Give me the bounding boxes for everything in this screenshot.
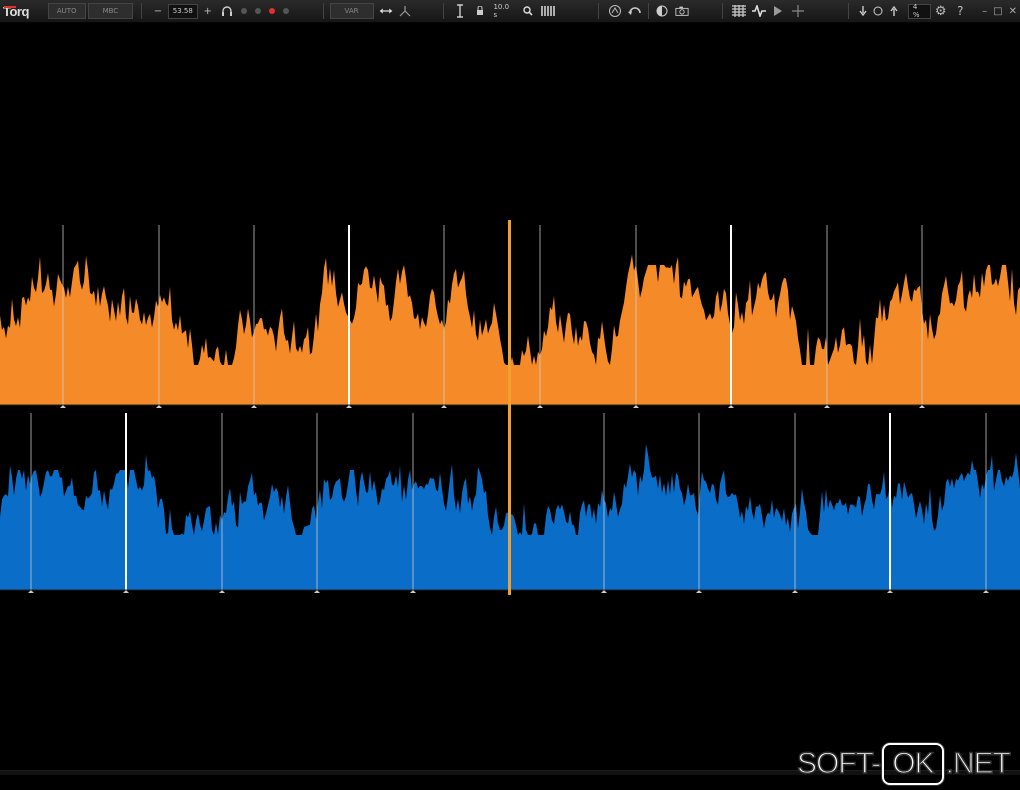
mbc-button[interactable]: MBC: [87, 3, 134, 19]
sync-dot[interactable]: [282, 8, 289, 14]
auto-button[interactable]: AUTO: [47, 3, 86, 19]
undo-icon[interactable]: [628, 4, 642, 18]
minimize-button[interactable]: –: [982, 6, 987, 17]
grid-view-icon[interactable]: [731, 4, 746, 18]
download-arrow-icon[interactable]: [856, 4, 870, 18]
watermark-left: SOFT-: [796, 746, 882, 781]
pitch-bend-icon[interactable]: [399, 4, 413, 18]
camera-icon[interactable]: [675, 4, 689, 18]
record-dot[interactable]: [268, 8, 275, 14]
beatgrid-icon[interactable]: [541, 4, 555, 18]
toolbar: Torq AUTO MBC − 53.58 + VAR 10.0 s 4 % ⚙…: [0, 0, 1020, 23]
tempo-display[interactable]: 53.58: [167, 3, 198, 19]
var-button[interactable]: VAR: [329, 3, 374, 19]
cue-dot[interactable]: [241, 8, 247, 14]
toolbar-separator: [141, 3, 143, 19]
toolbar-separator: [847, 3, 849, 19]
toolbar-separator: [443, 3, 445, 19]
watermark: SOFT- OK .NET: [796, 743, 1012, 785]
toolbar-separator: [322, 3, 324, 19]
close-button[interactable]: ✕: [1009, 6, 1017, 17]
loop-dot[interactable]: [255, 8, 261, 14]
help-icon[interactable]: ?: [954, 4, 968, 18]
playhead-marker[interactable]: [508, 220, 511, 595]
settings-gear-icon[interactable]: ⚙: [934, 4, 948, 19]
watermark-box: OK: [882, 743, 944, 785]
zoom-level-display[interactable]: 10.0 s: [489, 3, 518, 19]
toolbar-separator: [648, 3, 649, 19]
lock-icon[interactable]: [473, 4, 487, 18]
toolbar-separator: [721, 3, 723, 19]
app-logo: Torq: [3, 4, 48, 19]
maximize-button[interactable]: □: [993, 6, 1002, 17]
waveform-display[interactable]: [0, 22, 1020, 790]
cpu-meter: 4 %: [907, 3, 931, 19]
play-marker-icon[interactable]: [772, 4, 786, 18]
upload-arrow-icon[interactable]: [887, 4, 901, 18]
zoom-height-icon[interactable]: [453, 4, 467, 18]
tempo-plus-button[interactable]: +: [201, 4, 215, 18]
search-icon[interactable]: [521, 4, 535, 18]
watermark-right: .NET: [945, 746, 1012, 781]
waveform-icon[interactable]: [751, 4, 766, 18]
headphones-icon[interactable]: [221, 4, 235, 18]
globe-icon[interactable]: [872, 4, 886, 18]
tempo-minus-button[interactable]: −: [151, 4, 165, 18]
crosshair-icon[interactable]: [791, 4, 805, 18]
tempo-sync-icon[interactable]: [608, 4, 622, 18]
half-circle-icon[interactable]: [655, 4, 669, 18]
nudge-icon[interactable]: [379, 4, 393, 18]
toolbar-separator: [598, 3, 599, 19]
